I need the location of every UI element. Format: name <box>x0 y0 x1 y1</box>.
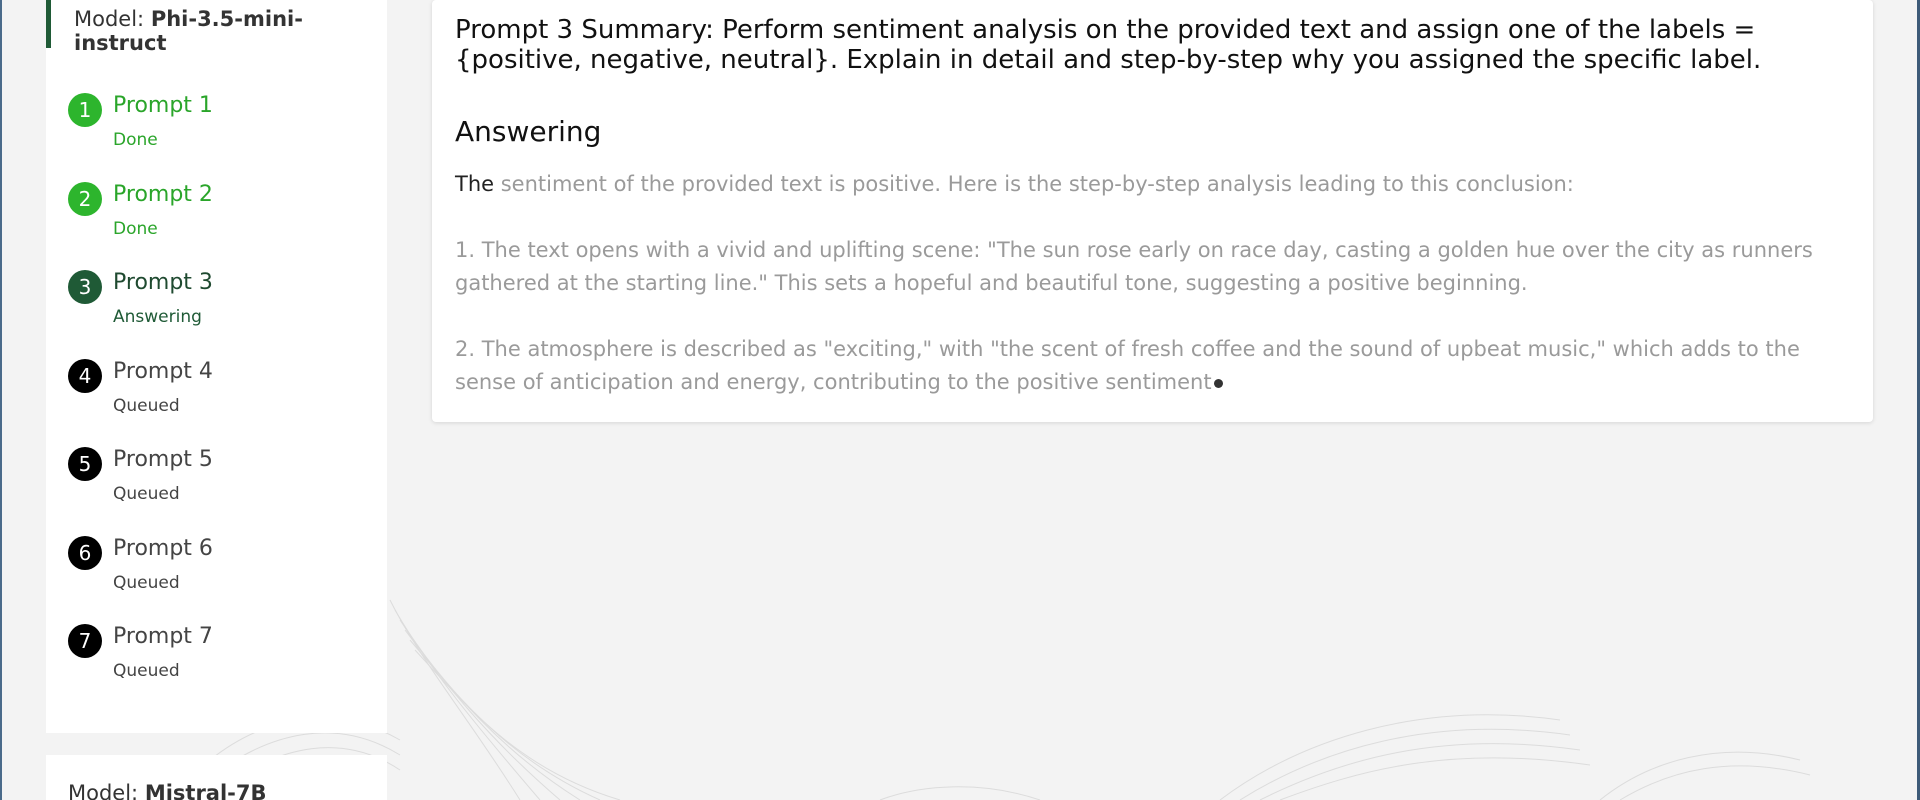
answer-panel: Prompt 3 Summary: Perform sentiment anal… <box>432 0 1873 422</box>
step-status: Done <box>113 218 158 239</box>
step-title: Prompt 6 <box>113 535 213 561</box>
answer-text: The sentiment of the provided text is po… <box>455 168 1855 432</box>
step-title: Prompt 7 <box>113 624 213 649</box>
streaming-cursor-icon <box>1213 378 1223 388</box>
step-status: Queued <box>113 395 180 416</box>
step-title: Prompt 1 <box>113 93 213 118</box>
answer-point-1: 1. The text opens with a vivid and uplif… <box>455 238 1813 295</box>
answer-heading: Answering <box>455 115 602 148</box>
step-title: Prompt 2 <box>113 181 213 207</box>
step-title: Prompt 3 <box>113 270 213 295</box>
answer-lead-word: The <box>455 172 495 196</box>
prompt-summary: Prompt 3 Summary: Perform sentiment anal… <box>455 15 1762 75</box>
model-header: Model: Phi-3.5-mini-instruct <box>46 0 387 55</box>
step-status: Queued <box>113 661 180 681</box>
step-number-badge: 2 <box>68 181 102 216</box>
model-label: Model: <box>68 781 145 800</box>
step-number-badge: 1 <box>68 93 102 127</box>
model-label: Model: <box>74 7 151 31</box>
step-status: Queued <box>113 572 180 593</box>
step-status: Answering <box>113 307 202 327</box>
step-title: Prompt 4 <box>113 358 213 384</box>
app-window: Model: Phi-3.5-mini-instruct 1 Prompt 1 … <box>0 0 1920 800</box>
step-status: Done <box>113 130 158 150</box>
next-model-panel: Model: Mistral-7B <box>46 755 387 800</box>
step-number-badge: 3 <box>68 270 102 304</box>
model-header: Model: Mistral-7B <box>68 781 267 800</box>
step-title: Prompt 5 <box>113 447 213 472</box>
answer-point-2-text: 2. The atmosphere is described as "excit… <box>455 337 1800 394</box>
answer-intro-text: sentiment of the provided text is positi… <box>494 172 1574 196</box>
model-progress-panel: Model: Phi-3.5-mini-instruct 1 Prompt 1 … <box>46 0 387 733</box>
step-number-badge: 7 <box>68 624 102 658</box>
step-status: Queued <box>113 484 180 504</box>
model-name: Mistral-7B <box>144 781 267 800</box>
step-number-badge: 5 <box>68 447 102 481</box>
step-number-badge: 6 <box>68 535 102 570</box>
answer-intro: The sentiment of the provided text is po… <box>455 168 1855 201</box>
answer-point-2: 2. The atmosphere is described as "excit… <box>455 333 1855 399</box>
step-number-badge: 4 <box>68 358 102 393</box>
